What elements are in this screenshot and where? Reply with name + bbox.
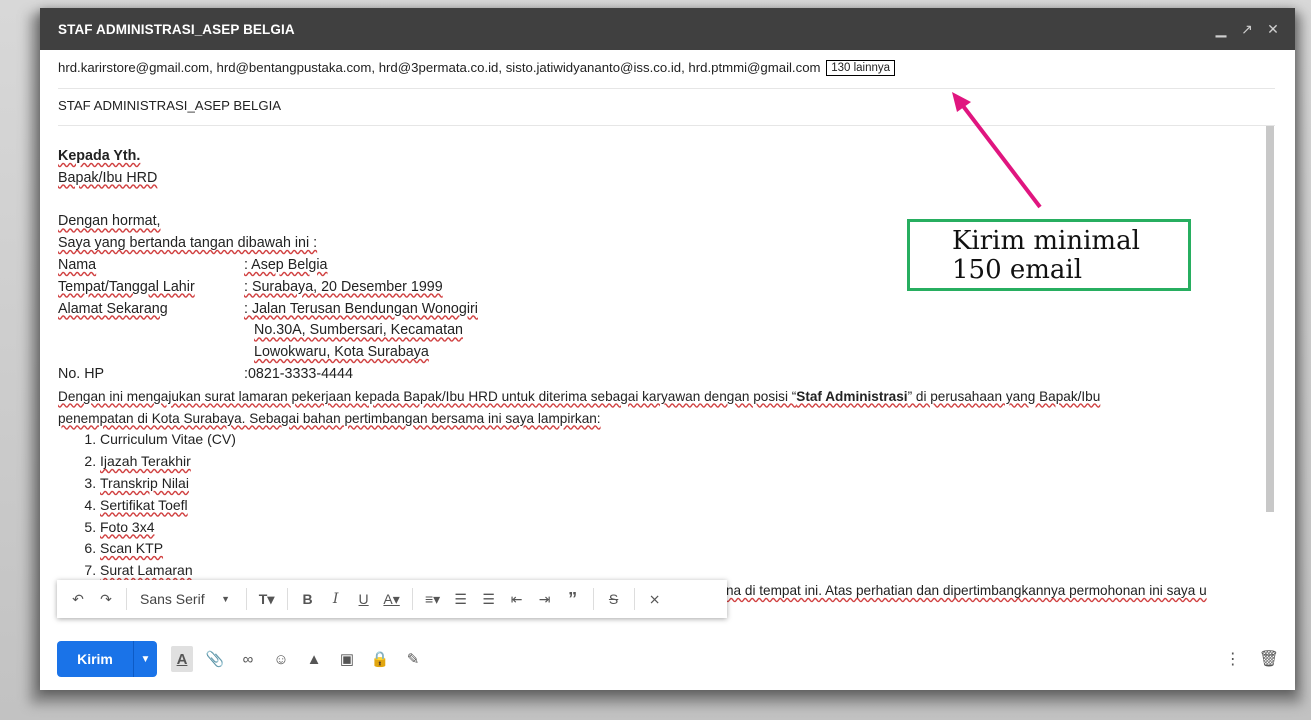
arrow-shaft [958,100,1042,209]
annotation-line-1: Kirim minimal [952,226,1140,256]
annotation-text: Kirim minimal 150 email [952,227,1140,285]
arrow-head [952,92,971,112]
annotation-callout: Kirim minimal 150 email [907,219,1191,291]
annotation-line-2: 150 email [952,255,1083,285]
annotation-arrow [952,92,1042,209]
